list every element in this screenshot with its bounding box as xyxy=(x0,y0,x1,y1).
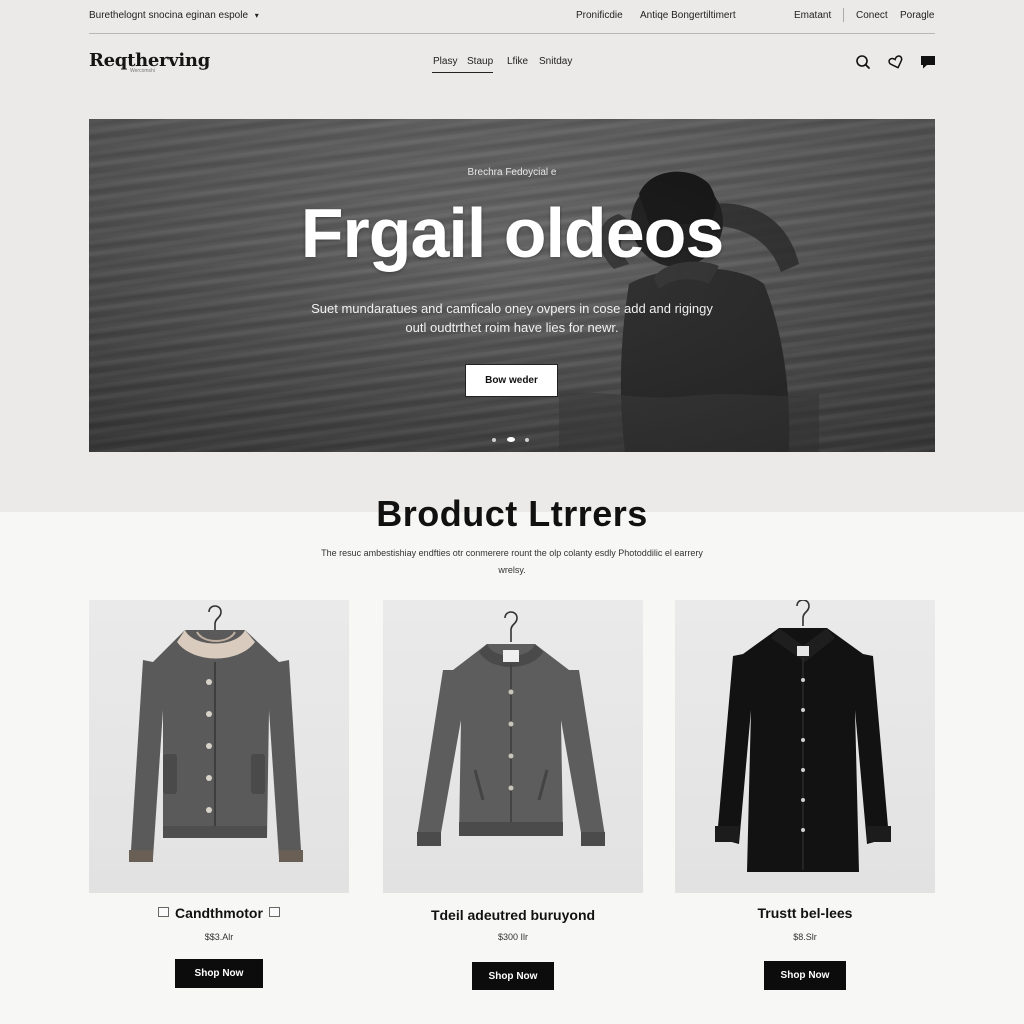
product-image[interactable] xyxy=(89,600,349,893)
nav-item-3[interactable]: Lfike xyxy=(507,56,528,67)
heart-icon[interactable] xyxy=(887,53,905,71)
hero-eyebrow: Brechra Fedoycial e xyxy=(467,167,557,178)
product-price: $300 Ilr xyxy=(497,932,529,942)
utility-link-2[interactable]: Antiqe Bongertiltimert xyxy=(640,10,736,21)
product-name[interactable]: Candthmotor xyxy=(89,905,349,921)
hero-cta-button[interactable]: Bow weder xyxy=(465,364,558,397)
shop-now-button[interactable]: Shop Now xyxy=(175,959,263,988)
hero-carousel-dots xyxy=(489,436,535,444)
product-name[interactable]: Trustt bel-lees xyxy=(675,905,935,921)
nav-item-1[interactable]: Plasy xyxy=(433,56,457,67)
hero-title: Frgail oldeos xyxy=(300,194,725,272)
jacket-image xyxy=(417,611,605,846)
product-image[interactable] xyxy=(383,600,643,893)
product-name[interactable]: Tdeil adeutred buruyond xyxy=(383,907,643,923)
carousel-dot-1[interactable] xyxy=(492,438,496,442)
shirt-image xyxy=(715,600,891,872)
chevron-down-icon: ▾ xyxy=(254,11,259,20)
utility-link-5[interactable]: Poragle xyxy=(900,10,934,21)
hero-banner: Brechra Fedoycial e Frgail oldeos Suet m… xyxy=(89,119,935,452)
utility-bar: Burethelognt snocina eginan espole ▾ Pro… xyxy=(89,0,935,34)
product-price: $8.Slr xyxy=(793,932,817,942)
shop-now-button[interactable]: Shop Now xyxy=(472,962,554,990)
product-card: Trustt bel-lees $8.Slr Shop Now xyxy=(675,600,935,1000)
section-description: The resuc ambestishiay endfties otr conm… xyxy=(321,548,703,575)
nav-active-underline xyxy=(432,72,493,73)
utility-divider xyxy=(843,8,844,22)
section-title: Broduct Ltrrers xyxy=(376,493,648,534)
product-card: Candthmotor $$3.Alr Shop Now xyxy=(89,600,349,1000)
search-icon[interactable] xyxy=(854,53,872,71)
utility-link-3[interactable]: Ematant xyxy=(794,10,831,21)
carousel-dot-2[interactable] xyxy=(507,437,515,442)
hero-description: Suet mundaratues and camficalo oney ovpe… xyxy=(311,301,713,335)
utility-link-1[interactable]: Pronificdie xyxy=(576,10,623,21)
shop-now-button[interactable]: Shop Now xyxy=(764,961,846,990)
chat-icon[interactable] xyxy=(919,53,937,71)
product-card: Tdeil adeutred buruyond $300 Ilr Shop No… xyxy=(383,600,643,1000)
product-price: $$3.Alr xyxy=(204,932,234,942)
tag-icon xyxy=(158,907,170,918)
nav-item-2[interactable]: Staup xyxy=(467,56,493,67)
carousel-dot-3[interactable] xyxy=(525,438,529,442)
brand-logo-subtext: Wercomshi xyxy=(130,68,155,74)
utility-link-contact[interactable]: Conect xyxy=(856,10,888,21)
jacket-image xyxy=(129,605,303,862)
tag-icon xyxy=(268,907,280,918)
product-image[interactable] xyxy=(675,600,935,893)
promo-text[interactable]: Burethelognt snocina eginan espole ▾ xyxy=(89,10,259,21)
nav-item-4[interactable]: Snitday xyxy=(539,56,572,67)
